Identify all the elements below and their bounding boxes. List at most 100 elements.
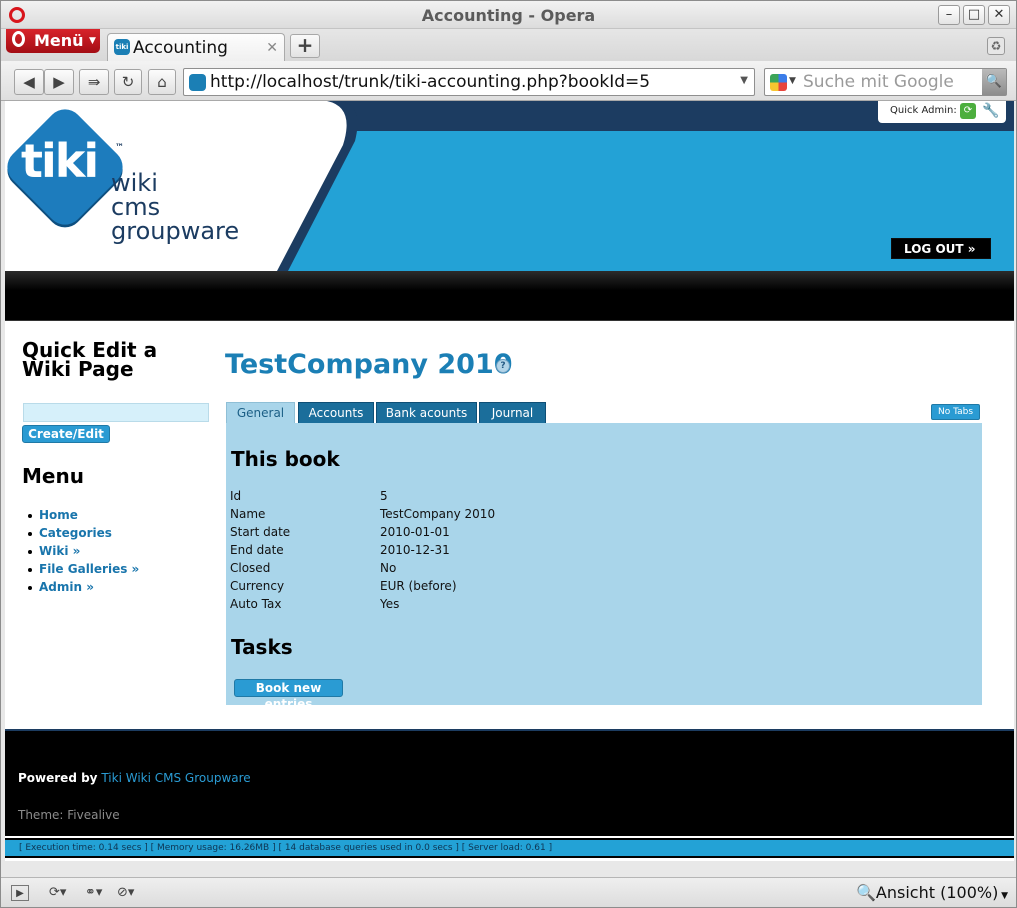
book-row: Name TestCompany 2010 (230, 507, 930, 525)
tab-bar: Menü ▼ tiki Accounting ✕ + ♻ (1, 29, 1016, 61)
menu-list: Home Categories Wiki » File Galleries » … (28, 506, 139, 596)
sync-icon[interactable]: ⟳▾ (49, 885, 66, 901)
tab-bank-accounts[interactable]: Bank acounts (376, 402, 477, 424)
row-key: Auto Tax (230, 597, 282, 611)
site-header: tiki ™ wiki cms groupware Quick Admin: ⟳… (5, 101, 1014, 271)
menu-item-label[interactable]: Admin » (39, 580, 94, 594)
logo-word-wiki: wiki (111, 169, 158, 197)
browser-tab-accounting[interactable]: tiki Accounting ✕ (107, 33, 285, 61)
tab-accounts[interactable]: Accounts (298, 402, 374, 424)
book-row: Currency EUR (before) (230, 579, 930, 597)
menu-item-label[interactable]: File Galleries » (39, 562, 139, 576)
bullet-icon (28, 585, 32, 590)
quick-admin-bar: Quick Admin: ⟳ 🔧 (878, 101, 1006, 123)
reload-button[interactable]: ↻ (114, 69, 142, 95)
row-value: No (380, 561, 397, 575)
menu-item-label[interactable]: Home (39, 508, 78, 522)
google-icon[interactable] (770, 74, 787, 91)
menu-item-label[interactable]: Categories (39, 526, 112, 540)
tiki-favicon-icon: tiki (114, 39, 130, 55)
zoom-control[interactable]: 🔍Ansicht (100%) ▼ (856, 883, 1008, 902)
navigation-bar: ◀ ▶ ⇛ ↻ ⌂ http://localhost/trunk/tiki-ac… (1, 61, 1016, 101)
opera-logo-icon (12, 31, 25, 47)
tab-general[interactable]: General (226, 402, 295, 425)
web-page: tiki ™ wiki cms groupware Quick Admin: ⟳… (5, 101, 1014, 861)
row-key: Closed (230, 561, 271, 575)
browser-window: Accounting - Opera – □ ✕ Menü ▼ tiki Acc… (0, 0, 1017, 908)
opera-menu-button[interactable]: Menü ▼ (6, 29, 100, 53)
bullet-icon (28, 549, 32, 554)
new-tab-button[interactable]: + (290, 34, 320, 58)
fast-forward-button[interactable]: ⇛ (79, 69, 109, 95)
row-key: Id (230, 489, 242, 503)
bullet-icon (28, 531, 32, 536)
window-title: Accounting - Opera (421, 6, 596, 25)
row-value: 2010-01-01 (380, 525, 450, 539)
panel-toggle-icon[interactable]: ▶ (11, 885, 29, 901)
address-text: http://localhost/trunk/tiki-accounting.p… (210, 72, 651, 92)
book-new-entries-button[interactable]: Book new entries (234, 679, 343, 711)
row-value: 5 (380, 489, 388, 503)
tab-title: Accounting (133, 38, 228, 58)
quick-edit-input[interactable] (23, 403, 209, 422)
no-tabs-button[interactable]: No Tabs (931, 404, 980, 420)
logo-word-groupware: groupware (111, 217, 240, 245)
recycle-icon[interactable]: ⟳ (960, 103, 976, 119)
search-field[interactable]: ▼ Suche mit Google 🔍 (764, 68, 1007, 96)
chevron-down-icon[interactable]: ▼ (740, 75, 748, 86)
menu-item-file-galleries[interactable]: File Galleries » (28, 560, 139, 578)
turbo-icon[interactable]: ⊘▾ (117, 885, 134, 901)
section-heading-tasks: Tasks (231, 635, 293, 659)
zoom-icon: 🔍 (856, 883, 876, 902)
close-window-button[interactable]: ✕ (988, 5, 1010, 25)
chevron-down-icon: ▼ (998, 891, 1009, 901)
minimize-button[interactable]: – (938, 5, 960, 25)
row-value: Yes (380, 597, 400, 611)
maximize-button[interactable]: □ (963, 5, 985, 25)
tiki-link[interactable]: Tiki Wiki CMS Groupware (101, 771, 250, 785)
back-button[interactable]: ◀ (14, 69, 44, 95)
chevron-down-icon[interactable]: ▼ (789, 76, 796, 86)
execution-stats: [ Execution time: 0.14 secs ] [ Memory u… (5, 838, 1014, 858)
close-tab-icon[interactable]: ✕ (266, 40, 278, 56)
book-row: Start date 2010-01-01 (230, 525, 930, 543)
row-value: EUR (before) (380, 579, 457, 593)
menu-item-categories[interactable]: Categories (28, 524, 139, 542)
quick-edit-title: Quick Edit a Wiki Page (22, 338, 158, 381)
row-key: End date (230, 543, 284, 557)
general-tab-panel: This book Id 5 Name TestCompany 2010 Start… (226, 423, 982, 711)
address-bar[interactable]: http://localhost/trunk/tiki-accounting.p… (183, 68, 755, 96)
tab-journal[interactable]: Journal (479, 402, 546, 424)
logo-word-cms: cms (111, 193, 161, 221)
unite-icon[interactable]: ⚭▾ (85, 885, 102, 901)
status-bar: ▶ ⟳▾ ⚭▾ ⊘▾ 🔍Ansicht (100%) ▼ (1, 877, 1016, 907)
powered-by-label: Powered by (18, 771, 98, 785)
menu-item-home[interactable]: Home (28, 506, 139, 524)
wrench-icon[interactable]: 🔧 (982, 103, 999, 119)
title-bar: Accounting - Opera – □ ✕ (1, 1, 1016, 29)
chevron-down-icon: ▼ (89, 36, 96, 46)
bullet-icon (28, 567, 32, 572)
book-row: Id 5 (230, 489, 930, 507)
menu-item-admin[interactable]: Admin » (28, 578, 139, 596)
row-key: Name (230, 507, 266, 521)
bullet-icon (28, 513, 32, 518)
forward-button[interactable]: ▶ (44, 69, 74, 95)
book-row: Auto Tax Yes (230, 597, 930, 615)
home-button[interactable]: ⌂ (148, 69, 176, 95)
create-edit-button[interactable]: Create/Edit (22, 425, 110, 443)
quick-admin-label: Quick Admin: (890, 105, 957, 116)
menu-title: Menu (22, 464, 84, 488)
trash-icon[interactable]: ♻ (987, 37, 1005, 55)
powered-by: Powered by Tiki Wiki CMS Groupware (18, 771, 251, 785)
menu-item-label[interactable]: Wiki » (39, 544, 80, 558)
search-icon[interactable]: 🔍 (982, 69, 1006, 95)
menu-item-wiki[interactable]: Wiki » (28, 542, 139, 560)
top-navigation-bar (5, 271, 1014, 321)
tiki-logo-text: tiki (21, 134, 99, 188)
help-icon[interactable]: ? (496, 359, 510, 373)
theme-label: Theme: Fivealive (18, 808, 120, 822)
logout-button[interactable]: LOG OUT » (891, 238, 991, 259)
logo-words: wiki cms groupware (111, 171, 239, 243)
site-favicon-icon (189, 74, 206, 91)
